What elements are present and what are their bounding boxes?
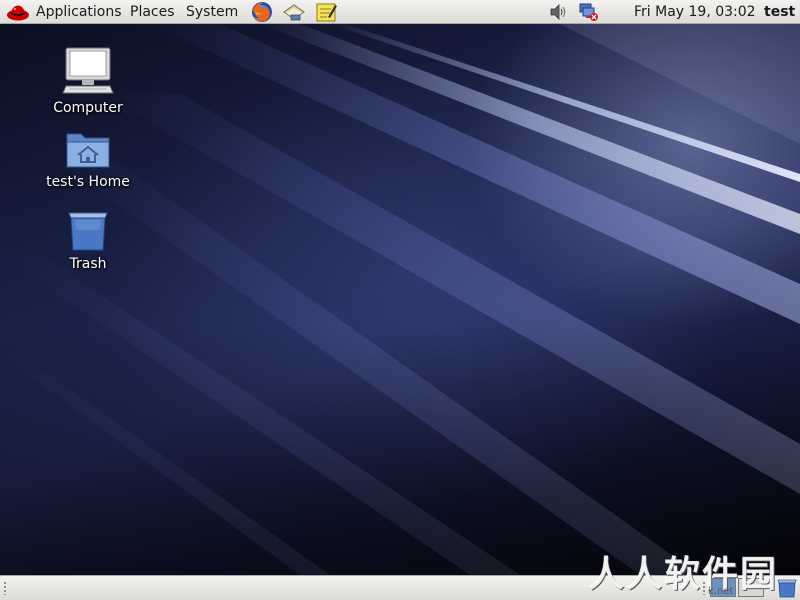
computer-icon — [62, 47, 114, 94]
desktop-icon-home[interactable]: test's Home — [38, 128, 138, 190]
applications-menu[interactable]: Applications — [36, 0, 122, 23]
network-disconnected-icon[interactable] — [578, 2, 600, 22]
desktop-background[interactable]: Computer test's Home Trash — [0, 24, 800, 575]
system-menu[interactable]: System — [186, 0, 238, 23]
desktop-icon-label: Trash — [69, 256, 107, 272]
user-menu[interactable]: test — [764, 0, 795, 23]
desktop-icon-label: test's Home — [46, 174, 130, 190]
watermark-url: k.net — [708, 586, 734, 597]
watermark: 人人软件园 — [588, 554, 779, 595]
desktop-icon-label: Computer — [53, 100, 123, 116]
trash-icon — [68, 212, 108, 251]
gnome-desktop-screen: Applications Places System Fri May 19, 0… — [0, 0, 800, 600]
notes-icon[interactable] — [314, 1, 338, 23]
trash-applet-icon[interactable] — [776, 578, 798, 598]
desktop-icon-trash[interactable]: Trash — [38, 210, 138, 272]
places-menu[interactable]: Places — [130, 0, 175, 23]
mail-client-icon[interactable] — [282, 1, 306, 23]
clock[interactable]: Fri May 19, 03:02 — [634, 0, 756, 23]
redhat-logo-icon[interactable] — [6, 2, 30, 22]
panel-handle[interactable] — [3, 581, 7, 595]
desktop-icon-computer[interactable]: Computer — [38, 46, 138, 116]
top-panel: Applications Places System Fri May 19, 0… — [0, 0, 800, 24]
volume-icon[interactable] — [547, 2, 569, 22]
home-folder-icon — [66, 133, 110, 168]
firefox-icon[interactable] — [250, 1, 274, 23]
